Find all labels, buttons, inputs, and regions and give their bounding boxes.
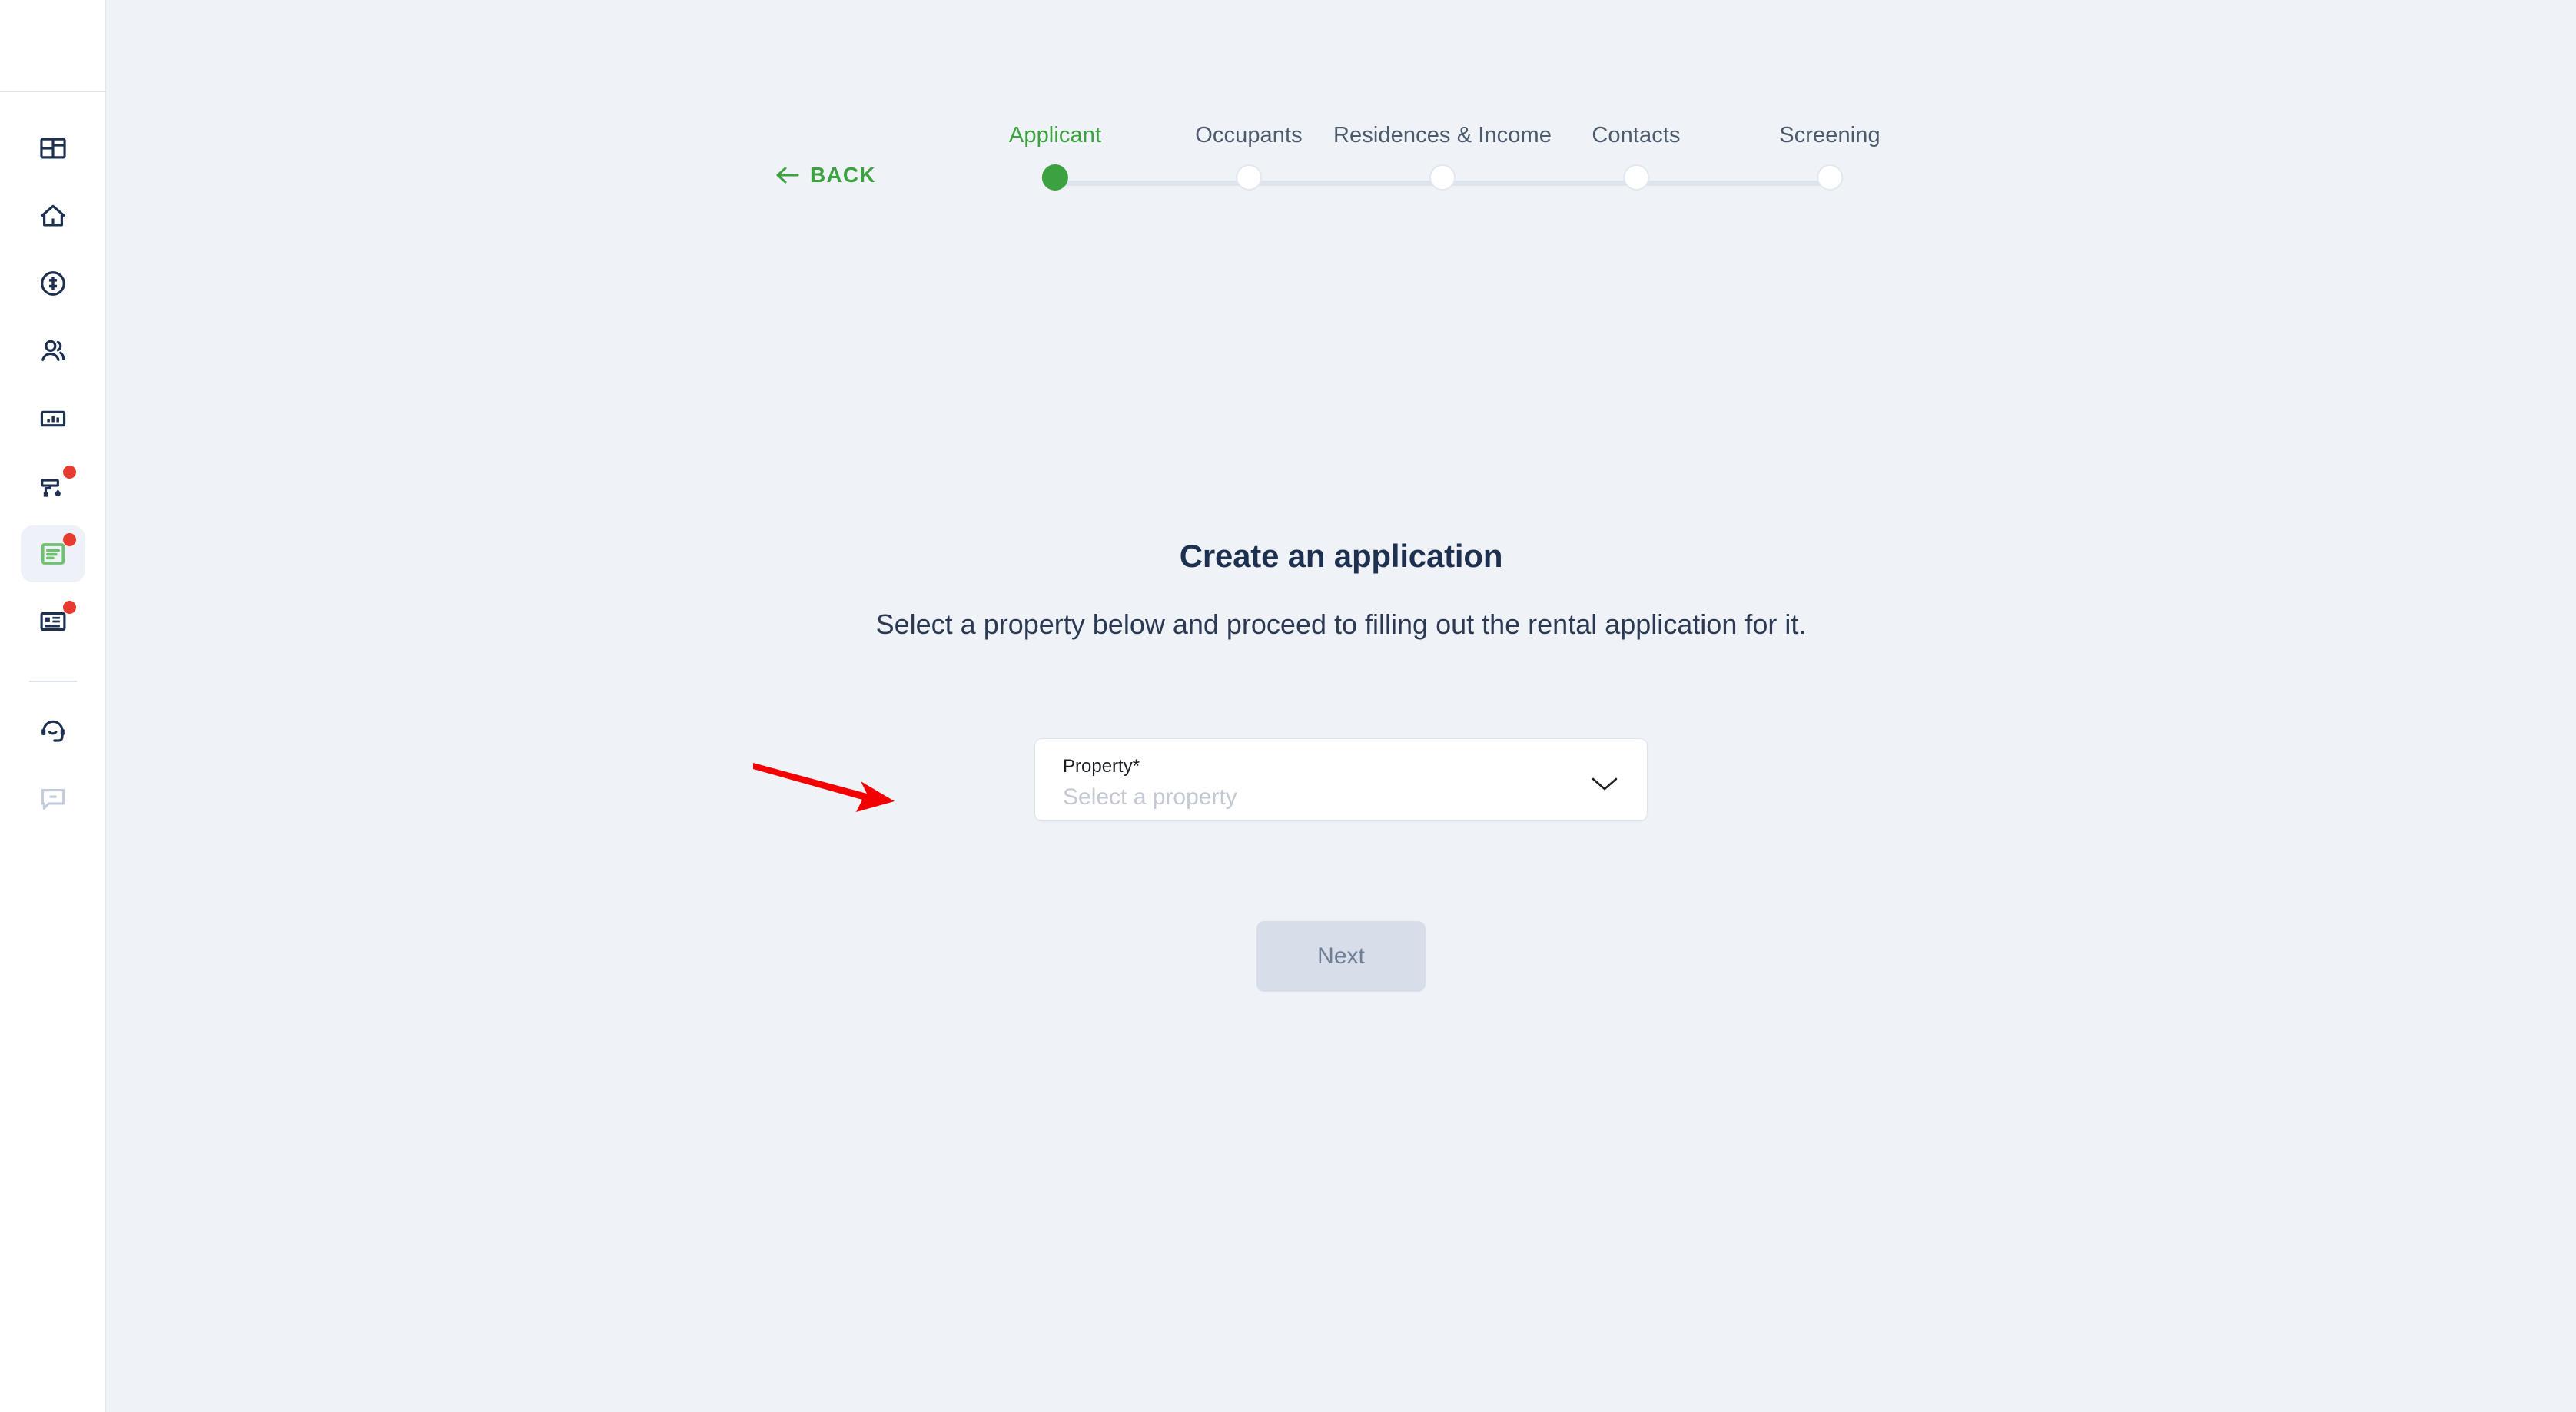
step-occupants[interactable]: Occupants	[1195, 123, 1303, 191]
sidebar-item-applications[interactable]	[20, 525, 85, 582]
sidebar-item-messages[interactable]	[21, 770, 85, 827]
notification-badge	[62, 601, 76, 614]
sidebar-item-properties[interactable]	[21, 187, 85, 244]
step-label: Screening	[1779, 123, 1881, 147]
property-select[interactable]: Property* Select a property	[1034, 738, 1648, 821]
step-dot	[1236, 164, 1262, 191]
sidebar	[0, 0, 106, 1412]
document-lines-icon	[38, 539, 68, 568]
red-arrow-annotation	[753, 763, 895, 812]
sidebar-item-maintenance[interactable]	[21, 458, 85, 515]
stepper-area: BACK Applicant Occupants Residences & In…	[106, 0, 2576, 230]
sidebar-divider	[28, 681, 77, 682]
sidebar-item-reports[interactable]	[21, 390, 85, 447]
progress-stepper: Applicant Occupants Residences & Income …	[948, 123, 1881, 215]
paint-roller-icon	[38, 472, 68, 501]
step-label: Occupants	[1195, 123, 1303, 147]
step-applicant[interactable]: Applicant	[1009, 123, 1101, 191]
step-dot	[1041, 164, 1068, 191]
sidebar-item-leases[interactable]	[21, 593, 85, 650]
application-form: Create an application Select a property …	[106, 538, 2576, 992]
chat-bubble-icon	[38, 784, 68, 813]
sidebar-item-tenants[interactable]	[21, 323, 85, 380]
step-contacts[interactable]: Contacts	[1592, 123, 1681, 191]
step-residences-income[interactable]: Residences & Income	[1333, 123, 1552, 191]
main-content: BACK Applicant Occupants Residences & In…	[106, 0, 2576, 1412]
headset-support-icon	[38, 716, 68, 745]
sidebar-item-dashboard[interactable]	[21, 120, 85, 177]
property-field-placeholder: Select a property	[1063, 784, 1237, 810]
step-screening[interactable]: Screening	[1779, 123, 1881, 191]
step-label: Applicant	[1008, 123, 1102, 147]
dashboard-grid-icon	[38, 134, 68, 163]
step-label: Contacts	[1592, 123, 1681, 147]
notification-badge	[62, 466, 76, 479]
step-dot	[1623, 164, 1649, 191]
dollar-circle-icon	[38, 269, 68, 298]
people-icon	[38, 336, 68, 366]
page-subtitle: Select a property below and proceed to f…	[875, 608, 1807, 640]
id-card-icon	[38, 607, 68, 636]
sidebar-item-payments[interactable]	[21, 255, 85, 312]
step-label: Residences & Income	[1333, 123, 1552, 147]
property-field-row: Property* Select a property	[753, 738, 1821, 821]
home-icon	[38, 201, 68, 230]
notification-badge	[62, 533, 76, 546]
property-field-label: Property*	[1063, 756, 1140, 777]
back-button-label: BACK	[810, 163, 876, 187]
sidebar-nav	[0, 92, 105, 837]
sidebar-header	[0, 0, 105, 92]
arrow-left-icon	[775, 164, 801, 186]
page-title: Create an application	[1179, 538, 1503, 574]
chevron-down-icon[interactable]	[1590, 774, 1619, 793]
sidebar-item-support[interactable]	[21, 702, 85, 759]
step-dot	[1817, 164, 1843, 191]
bar-chart-icon	[38, 404, 68, 433]
next-button[interactable]: Next	[1256, 921, 1426, 992]
back-button[interactable]: BACK	[775, 163, 876, 187]
step-dot	[1429, 164, 1456, 191]
